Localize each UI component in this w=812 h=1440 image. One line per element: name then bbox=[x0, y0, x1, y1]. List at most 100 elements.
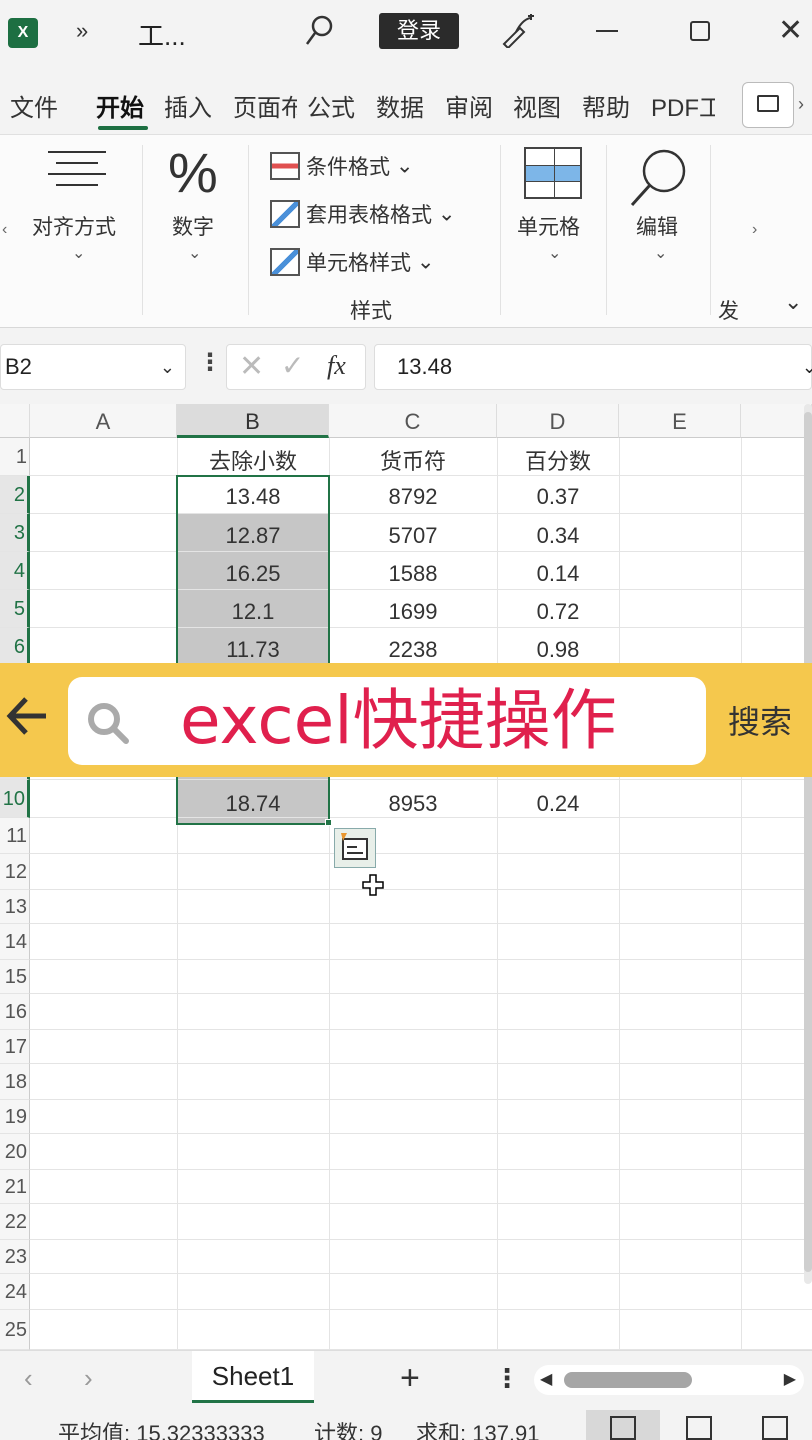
formula-input[interactable]: 13.48 ⌄ bbox=[374, 344, 812, 390]
tab-view[interactable]: 视图 bbox=[513, 88, 561, 123]
column-header-c[interactable]: C bbox=[329, 404, 497, 438]
row-header-3[interactable]: 3 bbox=[0, 514, 30, 552]
sheet-tab-sheet1[interactable]: Sheet1 bbox=[192, 1351, 314, 1403]
cells-group-button[interactable]: 单元格 bbox=[517, 211, 580, 241]
cell-b1[interactable]: 去除小数 bbox=[177, 444, 329, 476]
column-header-f[interactable] bbox=[741, 404, 812, 438]
tab-review[interactable]: 审阅 bbox=[445, 88, 493, 123]
row-header-16[interactable]: 16 bbox=[0, 994, 30, 1030]
cell-c2[interactable]: 8792 bbox=[329, 484, 497, 510]
close-button[interactable]: ✕ bbox=[778, 14, 803, 48]
maximize-button[interactable] bbox=[690, 21, 710, 41]
minimize-button[interactable] bbox=[596, 30, 618, 32]
cell-d2[interactable]: 0.37 bbox=[497, 484, 619, 510]
cell-styles-button[interactable]: 单元格样式 ⌄ bbox=[270, 247, 434, 281]
column-header-b[interactable]: B bbox=[177, 404, 329, 438]
row-header-22[interactable]: 22 bbox=[0, 1204, 30, 1240]
tab-help[interactable]: 帮助 bbox=[582, 88, 630, 123]
row-header-23[interactable]: 23 bbox=[0, 1240, 30, 1274]
overlay-search-input[interactable]: excel快捷操作 bbox=[68, 677, 706, 765]
editing-group-button[interactable]: 编辑 bbox=[636, 211, 678, 241]
cell-c10[interactable]: 8953 bbox=[329, 791, 497, 817]
tab-page-layout[interactable]: 页面布 bbox=[233, 88, 297, 123]
fill-handle[interactable] bbox=[325, 819, 332, 826]
chevron-down-icon[interactable]: ⌄ bbox=[188, 243, 201, 263]
row-header-2[interactable]: 2 bbox=[0, 476, 30, 514]
vertical-scroll-thumb[interactable] bbox=[804, 412, 812, 1272]
row-header-15[interactable]: 15 bbox=[0, 960, 30, 994]
cell-d5[interactable]: 0.72 bbox=[497, 599, 619, 625]
name-box[interactable]: B2 ⌄ bbox=[0, 344, 186, 390]
tab-data[interactable]: 数据 bbox=[376, 88, 424, 123]
cell-c4[interactable]: 1588 bbox=[329, 561, 497, 587]
row-header-24[interactable]: 24 bbox=[0, 1274, 30, 1310]
row-header-1[interactable]: 1 bbox=[0, 438, 30, 476]
previous-sheet-icon[interactable]: ‹ bbox=[24, 1363, 33, 1394]
search-icon[interactable] bbox=[304, 14, 334, 48]
format-as-table-button[interactable]: 套用表格格式 ⌄ bbox=[270, 199, 455, 233]
column-header-e[interactable]: E bbox=[619, 404, 741, 438]
cell-d10[interactable]: 0.24 bbox=[497, 791, 619, 817]
sheet-more-options-button[interactable]: ⋮ bbox=[494, 1363, 520, 1394]
row-header-6[interactable]: 6 bbox=[0, 628, 30, 666]
quick-access-overflow-button[interactable]: » bbox=[76, 18, 88, 44]
copilot-wand-icon[interactable] bbox=[500, 14, 536, 48]
cell-d6[interactable]: 0.98 bbox=[497, 637, 619, 663]
chevron-right-icon[interactable]: › bbox=[798, 94, 804, 115]
row-header-10[interactable]: 10 bbox=[0, 780, 30, 818]
worksheet-grid[interactable]: A B C D E 123456789101112131415161718192… bbox=[0, 404, 812, 1350]
row-header-17[interactable]: 17 bbox=[0, 1030, 30, 1064]
insert-function-button[interactable]: fx bbox=[327, 351, 346, 381]
add-sheet-button[interactable]: + bbox=[400, 1359, 420, 1398]
page-layout-view-button[interactable] bbox=[662, 1410, 736, 1440]
confirm-icon[interactable]: ✓ bbox=[281, 349, 304, 382]
login-button[interactable]: 登录 bbox=[379, 13, 459, 49]
scroll-right-icon[interactable]: ▶ bbox=[784, 1369, 796, 1389]
tab-formulas[interactable]: 公式 bbox=[307, 88, 355, 123]
tab-insert[interactable]: 插入 bbox=[164, 88, 212, 123]
scroll-left-icon[interactable]: ◀ bbox=[540, 1369, 552, 1389]
cancel-icon[interactable]: ✕ bbox=[239, 349, 264, 384]
tab-pdf-tools[interactable]: PDF工 bbox=[651, 88, 715, 123]
tab-file[interactable]: 文件 bbox=[10, 88, 58, 123]
ribbon-collapse-chevron-icon[interactable]: ⌄ bbox=[784, 289, 802, 315]
cell-d4[interactable]: 0.14 bbox=[497, 561, 619, 587]
cell-d1[interactable]: 百分数 bbox=[497, 444, 619, 476]
tab-home[interactable]: 开始 bbox=[96, 88, 144, 123]
column-header-d[interactable]: D bbox=[497, 404, 619, 438]
next-sheet-icon[interactable]: › bbox=[84, 1363, 93, 1394]
cell-d3[interactable]: 0.34 bbox=[497, 523, 619, 549]
cell-c3[interactable]: 5707 bbox=[329, 523, 497, 549]
cell-c5[interactable]: 1699 bbox=[329, 599, 497, 625]
expand-formula-chevron-icon[interactable]: ⌄ bbox=[802, 345, 812, 389]
ribbon-scroll-left-icon[interactable]: ‹ bbox=[2, 221, 7, 239]
column-header-a[interactable]: A bbox=[30, 404, 177, 438]
row-header-11[interactable]: 11 bbox=[0, 818, 30, 854]
overlay-search-button[interactable]: 搜索 bbox=[728, 697, 792, 743]
normal-view-button[interactable] bbox=[586, 1410, 660, 1440]
row-header-4[interactable]: 4 bbox=[0, 552, 30, 590]
quick-analysis-button[interactable] bbox=[334, 828, 376, 868]
comments-button[interactable] bbox=[742, 82, 794, 128]
more-options-icon[interactable]: ⋮ bbox=[198, 348, 222, 377]
horizontal-scroll-thumb[interactable] bbox=[564, 1372, 692, 1388]
row-header-14[interactable]: 14 bbox=[0, 924, 30, 960]
row-header-19[interactable]: 19 bbox=[0, 1100, 30, 1134]
row-header-5[interactable]: 5 bbox=[0, 590, 30, 628]
horizontal-scrollbar[interactable]: ◀ ▶ bbox=[534, 1365, 804, 1395]
select-all-corner[interactable] bbox=[0, 404, 30, 438]
cell-c1[interactable]: 货币符 bbox=[329, 444, 497, 476]
chevron-down-icon[interactable]: ⌄ bbox=[160, 345, 175, 389]
row-header-25[interactable]: 25 bbox=[0, 1310, 30, 1350]
back-arrow-icon[interactable] bbox=[4, 693, 50, 739]
chevron-down-icon[interactable]: ⌄ bbox=[654, 243, 667, 263]
ribbon-scroll-right-icon[interactable]: › bbox=[752, 221, 757, 239]
cell-c6[interactable]: 2238 bbox=[329, 637, 497, 663]
row-header-13[interactable]: 13 bbox=[0, 890, 30, 924]
row-header-18[interactable]: 18 bbox=[0, 1064, 30, 1100]
row-header-21[interactable]: 21 bbox=[0, 1170, 30, 1204]
row-header-12[interactable]: 12 bbox=[0, 854, 30, 890]
conditional-format-button[interactable]: 条件格式 ⌄ bbox=[270, 151, 413, 185]
row-header-20[interactable]: 20 bbox=[0, 1134, 30, 1170]
chevron-down-icon[interactable]: ⌄ bbox=[548, 243, 561, 263]
